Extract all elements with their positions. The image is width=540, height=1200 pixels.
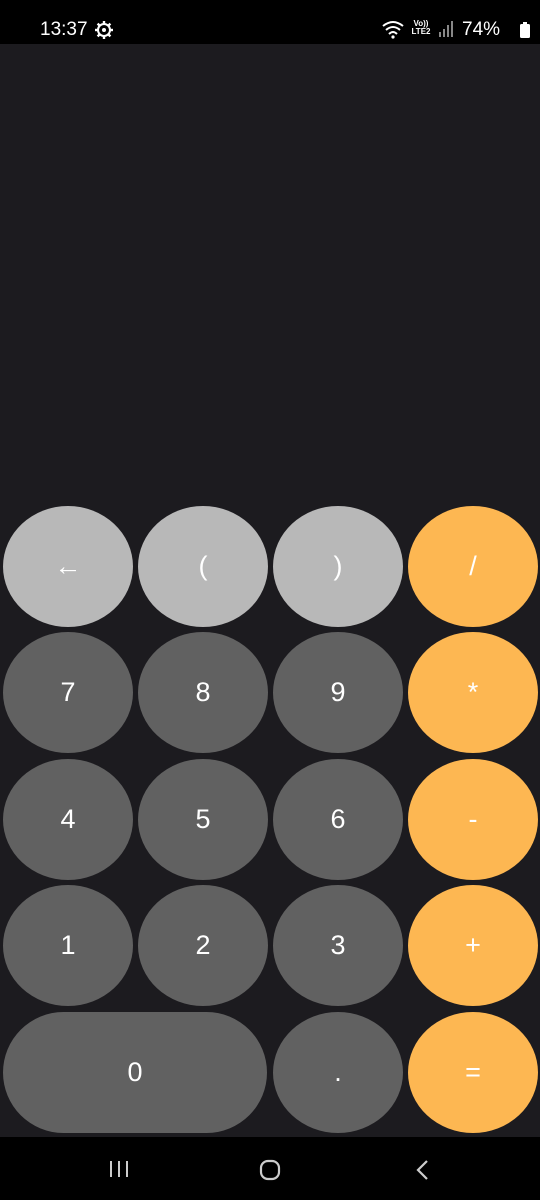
digit-6-button[interactable]: 6: [273, 759, 403, 880]
digit-2-button[interactable]: 2: [138, 885, 268, 1006]
battery-percent: 74%: [462, 19, 501, 40]
digit-4-button[interactable]: 4: [3, 759, 133, 880]
close-paren-button[interactable]: ): [273, 506, 403, 627]
digit-7-button[interactable]: 7: [3, 632, 133, 753]
settings-gear-icon: [95, 21, 113, 39]
recent-apps-icon[interactable]: [108, 1159, 130, 1179]
divide-button[interactable]: /: [408, 506, 538, 627]
digit-9-button[interactable]: 9: [273, 632, 403, 753]
home-icon[interactable]: [259, 1159, 281, 1181]
equals-button[interactable]: =: [408, 1012, 538, 1133]
subtract-button[interactable]: -: [408, 759, 538, 880]
calculator-display: [0, 44, 540, 500]
lte-label: LTE2: [411, 27, 431, 36]
back-icon[interactable]: [414, 1159, 432, 1181]
status-icons: Vo)) LTE2 74%: [370, 16, 540, 44]
digit-1-button[interactable]: 1: [3, 885, 133, 1006]
digit-0-button[interactable]: 0: [3, 1012, 267, 1133]
battery-icon: [520, 22, 530, 38]
keypad: ←()/ 7 8 9 * 4 5 6- 1 2 3 +0. =: [0, 500, 540, 1140]
signal-icon: [439, 21, 453, 37]
digit-8-button[interactable]: 8: [138, 632, 268, 753]
add-button[interactable]: +: [408, 885, 538, 1006]
backspace-button[interactable]: ←: [3, 506, 133, 627]
open-paren-button[interactable]: (: [138, 506, 268, 627]
status-time: 13:37: [40, 19, 88, 40]
status-bar: 13:37 Vo)) LTE2 74%: [0, 0, 540, 44]
wifi-icon: [382, 21, 404, 39]
digit-3-button[interactable]: 3: [273, 885, 403, 1006]
digit-5-button[interactable]: 5: [138, 759, 268, 880]
decimal-button[interactable]: .: [273, 1012, 403, 1133]
navigation-bar: [0, 1137, 540, 1200]
multiply-button[interactable]: *: [408, 632, 538, 753]
volte-indicator: Vo)) LTE2: [406, 20, 436, 40]
